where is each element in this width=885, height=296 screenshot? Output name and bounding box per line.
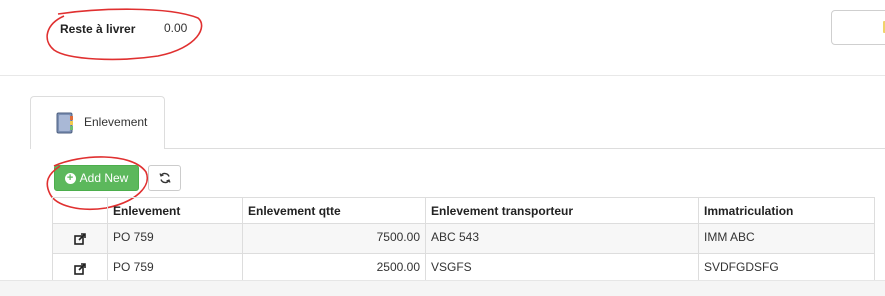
reste-a-livrer-label: Reste à livrer: [60, 22, 136, 36]
table-row[interactable]: PO 759 7500.00 ABC 543 IMM ABC: [52, 223, 875, 254]
cell-qtte: 2500.00: [242, 253, 426, 284]
column-header-enlevement[interactable]: Enlevement: [107, 197, 243, 224]
column-header-transporteur[interactable]: Enlevement transporteur: [425, 197, 699, 224]
add-new-button[interactable]: + Add New: [54, 165, 139, 191]
refresh-button[interactable]: [148, 165, 181, 191]
external-link-icon[interactable]: [74, 263, 86, 275]
table-header-row: Enlevement Enlevement qtte Enlevement tr…: [52, 197, 875, 224]
summary-field: Reste à livrer 0.00: [60, 21, 187, 37]
tab-enlevement[interactable]: Enlevement: [30, 96, 165, 149]
bottom-scroll-area: [0, 280, 885, 296]
tab-label: Enlevement: [84, 115, 148, 129]
row-action-cell[interactable]: [52, 253, 108, 284]
cell-immatriculation: IMM ABC: [698, 223, 875, 254]
table-row[interactable]: PO 759 2500.00 VSGFS SVDFGDSFG: [52, 253, 875, 284]
plus-circle-icon: +: [64, 173, 76, 184]
column-header-action: [52, 197, 108, 224]
top-right-button[interactable]: [831, 10, 885, 45]
row-action-cell[interactable]: [52, 223, 108, 254]
cell-qtte: 7500.00: [242, 223, 426, 254]
section-divider: [0, 75, 885, 76]
cell-enlevement: PO 759: [107, 223, 243, 254]
column-header-qtte[interactable]: Enlevement qtte: [242, 197, 426, 224]
column-header-immatriculation[interactable]: Immatriculation: [698, 197, 875, 224]
enlevement-table: Enlevement Enlevement qtte Enlevement tr…: [52, 197, 875, 284]
reste-a-livrer-value: 0.00: [164, 21, 188, 35]
cell-transporteur: VSGFS: [425, 253, 699, 284]
add-new-label: Add New: [79, 171, 129, 185]
cell-transporteur: ABC 543: [425, 223, 699, 254]
cell-immatriculation: SVDFGDSFG: [698, 253, 875, 284]
refresh-icon: [158, 172, 171, 184]
cell-enlevement: PO 759: [107, 253, 243, 284]
external-link-icon[interactable]: [74, 233, 86, 245]
notebook-icon: [56, 112, 73, 134]
